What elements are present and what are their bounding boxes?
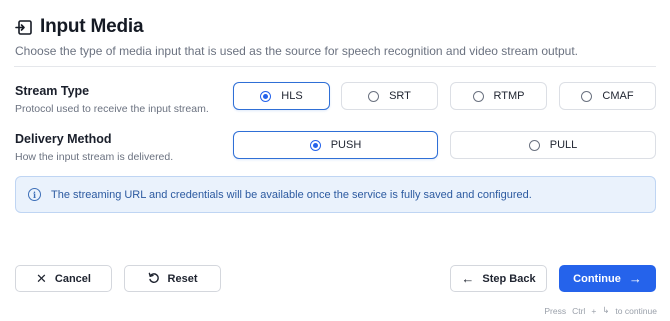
notice-text: The streaming URL and credentials will b…	[51, 188, 532, 201]
keyboard-hint: Press Ctrl + ↳ to continue	[544, 305, 657, 316]
hint-action: to continue	[615, 305, 657, 316]
radio-selected-icon	[309, 139, 321, 151]
reset-button[interactable]: Reset	[124, 265, 221, 292]
stream-type-option-srt[interactable]: SRT	[341, 82, 438, 110]
input-media-icon	[14, 18, 32, 36]
option-label: PULL	[549, 139, 578, 151]
option-label: HLS	[281, 90, 303, 102]
info-icon: i	[28, 188, 41, 201]
option-label: CMAF	[602, 90, 634, 102]
page-subtitle: Choose the type of media input that is u…	[15, 44, 579, 58]
stream-type-option-cmaf[interactable]: CMAF	[559, 82, 656, 110]
stream-type-label-group: Stream Type Protocol used to receive the…	[15, 84, 209, 115]
step-back-button[interactable]: ← Step Back	[450, 265, 547, 292]
hint-plus: +	[591, 305, 597, 316]
header-divider	[14, 66, 656, 67]
reset-icon	[148, 272, 160, 286]
delivery-method-option-pull[interactable]: PULL	[450, 131, 656, 159]
stream-type-label: Stream Type	[15, 84, 90, 98]
delivery-method-label-group: Delivery Method How the input stream is …	[15, 132, 173, 163]
reset-label: Reset	[167, 272, 198, 285]
stream-type-option-rtmp[interactable]: RTMP	[450, 82, 547, 110]
delivery-method-option-push[interactable]: PUSH	[233, 131, 438, 159]
option-label: RTMP	[493, 90, 525, 102]
page-title: Input Media	[40, 16, 144, 37]
continue-label: Continue	[573, 272, 621, 285]
radio-icon	[581, 90, 593, 102]
cancel-button[interactable]: ✕ Cancel	[15, 265, 112, 292]
arrow-right-icon: →	[628, 271, 642, 286]
radio-icon	[368, 90, 380, 102]
hint-press: Press	[544, 305, 567, 316]
hint-key-enter: ↳	[602, 305, 610, 315]
cancel-label: Cancel	[54, 272, 91, 285]
arrow-left-icon: ←	[461, 271, 475, 286]
hint-key-ctrl: Ctrl	[572, 305, 586, 316]
stream-type-option-hls[interactable]: HLS	[233, 82, 330, 110]
radio-selected-icon	[260, 90, 272, 102]
delivery-method-description: How the input stream is delivered.	[15, 151, 174, 163]
info-notice: i The streaming URL and credentials will…	[15, 176, 656, 213]
delivery-method-label: Delivery Method	[15, 132, 112, 146]
radio-icon	[472, 90, 484, 102]
option-label: PUSH	[330, 139, 362, 151]
option-label: SRT	[389, 90, 411, 102]
stream-type-description: Protocol used to receive the input strea…	[15, 103, 209, 115]
radio-icon	[528, 139, 540, 151]
close-icon: ✕	[36, 271, 47, 286]
continue-button[interactable]: Continue →	[559, 265, 656, 292]
step-back-label: Step Back	[482, 272, 536, 285]
page-header: Input Media	[14, 16, 144, 38]
